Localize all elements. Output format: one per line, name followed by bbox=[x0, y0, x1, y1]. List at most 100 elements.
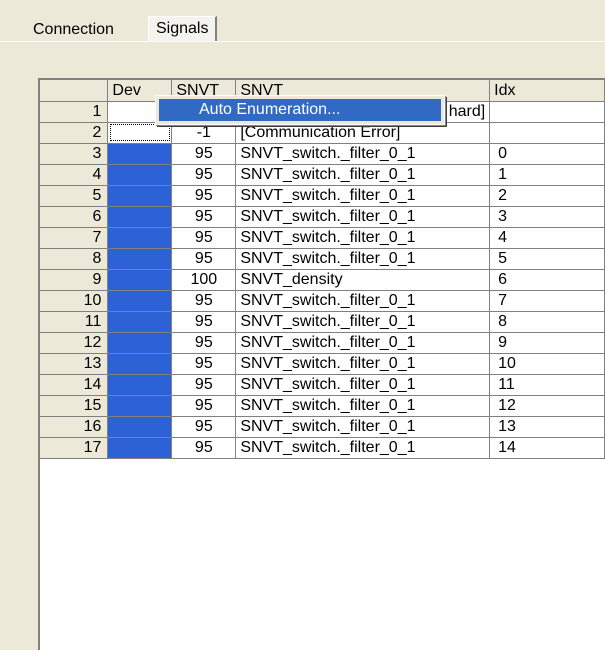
table-row[interactable]: 4 95 SNVT_switch._filter_0_1 1 bbox=[40, 164, 605, 186]
row-number[interactable]: 7 bbox=[40, 227, 109, 249]
snvt-name-cell[interactable]: SNVT_switch._filter_0_1 bbox=[235, 206, 491, 228]
snvt-name-cell[interactable]: SNVT_switch._filter_0_1 bbox=[235, 416, 491, 438]
dev-cell[interactable] bbox=[107, 143, 173, 165]
snvt-name-cell[interactable]: SNVT_switch._filter_0_1 bbox=[235, 227, 491, 249]
table-row[interactable]: 2 -1 [Communication Error] bbox=[40, 122, 605, 144]
idx-cell[interactable]: 1 bbox=[489, 164, 605, 186]
idx-cell[interactable]: 3 bbox=[489, 206, 605, 228]
dev-cell[interactable] bbox=[107, 290, 173, 312]
table-row[interactable]: 6 95 SNVT_switch._filter_0_1 3 bbox=[40, 206, 605, 228]
tab-connection[interactable]: Connection bbox=[25, 20, 122, 40]
signals-grid[interactable]: Dev SNVT SNVT Idx 1 hard] 2 -1 [Communicatio… bbox=[38, 78, 605, 650]
dev-cell[interactable] bbox=[107, 122, 173, 144]
dev-cell[interactable] bbox=[107, 185, 173, 207]
row-number[interactable]: 9 bbox=[40, 269, 109, 291]
idx-cell[interactable]: 12 bbox=[489, 395, 605, 417]
dev-cell[interactable] bbox=[107, 353, 173, 375]
row-number[interactable]: 12 bbox=[40, 332, 109, 354]
snvt-name-cell[interactable]: SNVT_switch._filter_0_1 bbox=[235, 332, 491, 354]
idx-cell[interactable]: 9 bbox=[489, 332, 605, 354]
snvt-number-cell[interactable]: 95 bbox=[171, 395, 237, 417]
row-number[interactable]: 14 bbox=[40, 374, 109, 396]
row-number[interactable]: 16 bbox=[40, 416, 109, 438]
row-number[interactable]: 15 bbox=[40, 395, 109, 417]
idx-cell[interactable]: 4 bbox=[489, 227, 605, 249]
row-number[interactable]: 2 bbox=[40, 122, 109, 144]
idx-cell[interactable]: 5 bbox=[489, 248, 605, 270]
table-row[interactable]: 16 95 SNVT_switch._filter_0_1 13 bbox=[40, 416, 605, 438]
idx-cell[interactable]: 14 bbox=[489, 437, 605, 459]
snvt-number-cell[interactable]: 95 bbox=[171, 437, 237, 459]
snvt-number-cell[interactable]: 95 bbox=[171, 416, 237, 438]
snvt-name-cell[interactable]: SNVT_switch._filter_0_1 bbox=[235, 290, 491, 312]
snvt-number-cell[interactable]: 95 bbox=[171, 164, 237, 186]
row-number[interactable]: 10 bbox=[40, 290, 109, 312]
row-number[interactable]: 8 bbox=[40, 248, 109, 270]
dev-cell[interactable] bbox=[107, 269, 173, 291]
dev-cell[interactable] bbox=[107, 395, 173, 417]
table-row[interactable]: 11 95 SNVT_switch._filter_0_1 8 bbox=[40, 311, 605, 333]
idx-cell[interactable] bbox=[489, 122, 605, 144]
table-row[interactable]: 17 95 SNVT_switch._filter_0_1 14 bbox=[40, 437, 605, 459]
snvt-name-cell[interactable]: SNVT_switch._filter_0_1 bbox=[235, 311, 491, 333]
row-number[interactable]: 4 bbox=[40, 164, 109, 186]
idx-cell[interactable]: 11 bbox=[489, 374, 605, 396]
snvt-number-cell[interactable]: 95 bbox=[171, 143, 237, 165]
snvt-number-cell[interactable]: 95 bbox=[171, 374, 237, 396]
table-row[interactable]: 14 95 SNVT_switch._filter_0_1 11 bbox=[40, 374, 605, 396]
row-number[interactable]: 13 bbox=[40, 353, 109, 375]
row-number[interactable]: 11 bbox=[40, 311, 109, 333]
table-row[interactable]: 12 95 SNVT_switch._filter_0_1 9 bbox=[40, 332, 605, 354]
snvt-name-cell[interactable]: SNVT_density bbox=[235, 269, 491, 291]
row-number[interactable]: 5 bbox=[40, 185, 109, 207]
idx-cell[interactable]: 2 bbox=[489, 185, 605, 207]
dev-cell[interactable] bbox=[107, 332, 173, 354]
snvt-name-cell[interactable]: SNVT_switch._filter_0_1 bbox=[235, 164, 491, 186]
snvt-number-cell[interactable]: 95 bbox=[171, 290, 237, 312]
table-row[interactable]: 10 95 SNVT_switch._filter_0_1 7 bbox=[40, 290, 605, 312]
table-row[interactable]: 5 95 SNVT_switch._filter_0_1 2 bbox=[40, 185, 605, 207]
snvt-name-cell[interactable]: SNVT_switch._filter_0_1 bbox=[235, 185, 491, 207]
snvt-number-cell[interactable]: -1 bbox=[171, 122, 237, 144]
table-row[interactable]: 15 95 SNVT_switch._filter_0_1 12 bbox=[40, 395, 605, 417]
table-row[interactable]: 7 95 SNVT_switch._filter_0_1 4 bbox=[40, 227, 605, 249]
row-number[interactable]: 17 bbox=[40, 437, 109, 459]
dev-cell[interactable] bbox=[107, 311, 173, 333]
dev-cell[interactable] bbox=[107, 206, 173, 228]
dev-cell[interactable] bbox=[107, 227, 173, 249]
snvt-name-cell[interactable]: SNVT_switch._filter_0_1 bbox=[235, 395, 491, 417]
row-number[interactable]: 1 bbox=[40, 101, 109, 123]
snvt-name-cell[interactable]: SNVT_switch._filter_0_1 bbox=[235, 374, 491, 396]
header-idx[interactable]: Idx bbox=[489, 80, 605, 102]
idx-cell[interactable]: 8 bbox=[489, 311, 605, 333]
snvt-number-cell[interactable]: 95 bbox=[171, 206, 237, 228]
snvt-name-cell[interactable]: SNVT_switch._filter_0_1 bbox=[235, 248, 491, 270]
idx-cell[interactable] bbox=[489, 101, 605, 123]
tab-signals[interactable]: Signals bbox=[148, 16, 218, 42]
idx-cell[interactable]: 6 bbox=[489, 269, 605, 291]
idx-cell[interactable]: 10 bbox=[489, 353, 605, 375]
row-number[interactable]: 3 bbox=[40, 143, 109, 165]
dev-cell[interactable] bbox=[107, 164, 173, 186]
snvt-number-cell[interactable]: 95 bbox=[171, 185, 237, 207]
table-row[interactable]: 3 95 SNVT_switch._filter_0_1 0 bbox=[40, 143, 605, 165]
table-row[interactable]: 8 95 SNVT_switch._filter_0_1 5 bbox=[40, 248, 605, 270]
table-row[interactable]: 13 95 SNVT_switch._filter_0_1 10 bbox=[40, 353, 605, 375]
dev-cell[interactable] bbox=[107, 374, 173, 396]
idx-cell[interactable]: 7 bbox=[489, 290, 605, 312]
header-corner[interactable] bbox=[40, 80, 109, 102]
snvt-number-cell[interactable]: 100 bbox=[171, 269, 237, 291]
snvt-number-cell[interactable]: 95 bbox=[171, 311, 237, 333]
snvt-name-cell[interactable]: SNVT_switch._filter_0_1 bbox=[235, 353, 491, 375]
idx-cell[interactable]: 13 bbox=[489, 416, 605, 438]
dev-cell[interactable] bbox=[107, 437, 173, 459]
snvt-number-cell[interactable]: 95 bbox=[171, 248, 237, 270]
snvt-number-cell[interactable]: 95 bbox=[171, 332, 237, 354]
dev-cell[interactable] bbox=[107, 248, 173, 270]
idx-cell[interactable]: 0 bbox=[489, 143, 605, 165]
dev-cell[interactable] bbox=[107, 416, 173, 438]
snvt-name-cell[interactable]: [Communication Error] bbox=[235, 122, 491, 144]
table-row[interactable]: 9 100 SNVT_density 6 bbox=[40, 269, 605, 291]
snvt-name-cell[interactable]: SNVT_switch._filter_0_1 bbox=[235, 437, 491, 459]
row-number[interactable]: 6 bbox=[40, 206, 109, 228]
